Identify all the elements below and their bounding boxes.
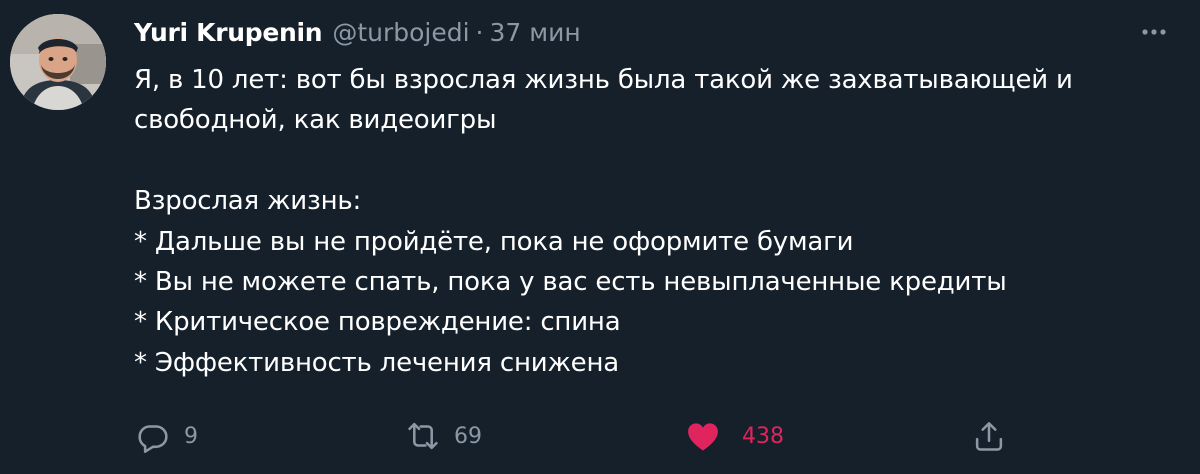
like-button[interactable]: 438 <box>684 414 784 458</box>
author-display-name[interactable]: Yuri Krupenin <box>134 18 323 47</box>
tweet-header: Yuri Krupenin @turbojedi · 37 мин <box>134 14 581 50</box>
retweet-count: 69 <box>454 423 482 449</box>
share-icon <box>975 422 1003 451</box>
more-horizontal-icon <box>1142 29 1166 35</box>
reply-button[interactable]: 9 <box>134 414 198 458</box>
heart-icon <box>688 423 718 451</box>
share-button[interactable] <box>970 414 1008 458</box>
author-handle[interactable]: @turbojedi <box>332 18 469 47</box>
avatar[interactable] <box>10 14 106 110</box>
tweet-actions: 9 69 438 <box>134 414 1034 458</box>
retweet-icon <box>408 422 438 450</box>
more-options-button[interactable] <box>1136 14 1172 50</box>
tweet-text: Я, в 10 лет: вот бы взрослая жизнь была … <box>134 65 1073 378</box>
avatar-photo <box>10 14 106 110</box>
reply-icon <box>138 425 168 453</box>
reply-count: 9 <box>184 423 198 449</box>
header-separator: · <box>475 17 484 47</box>
tweet-timestamp[interactable]: 37 мин <box>490 18 581 47</box>
retweet-button[interactable]: 69 <box>404 414 482 458</box>
like-count: 438 <box>742 423 784 449</box>
tweet-card[interactable]: Yuri Krupenin @turbojedi · 37 мин Я, в 1… <box>0 0 1200 474</box>
